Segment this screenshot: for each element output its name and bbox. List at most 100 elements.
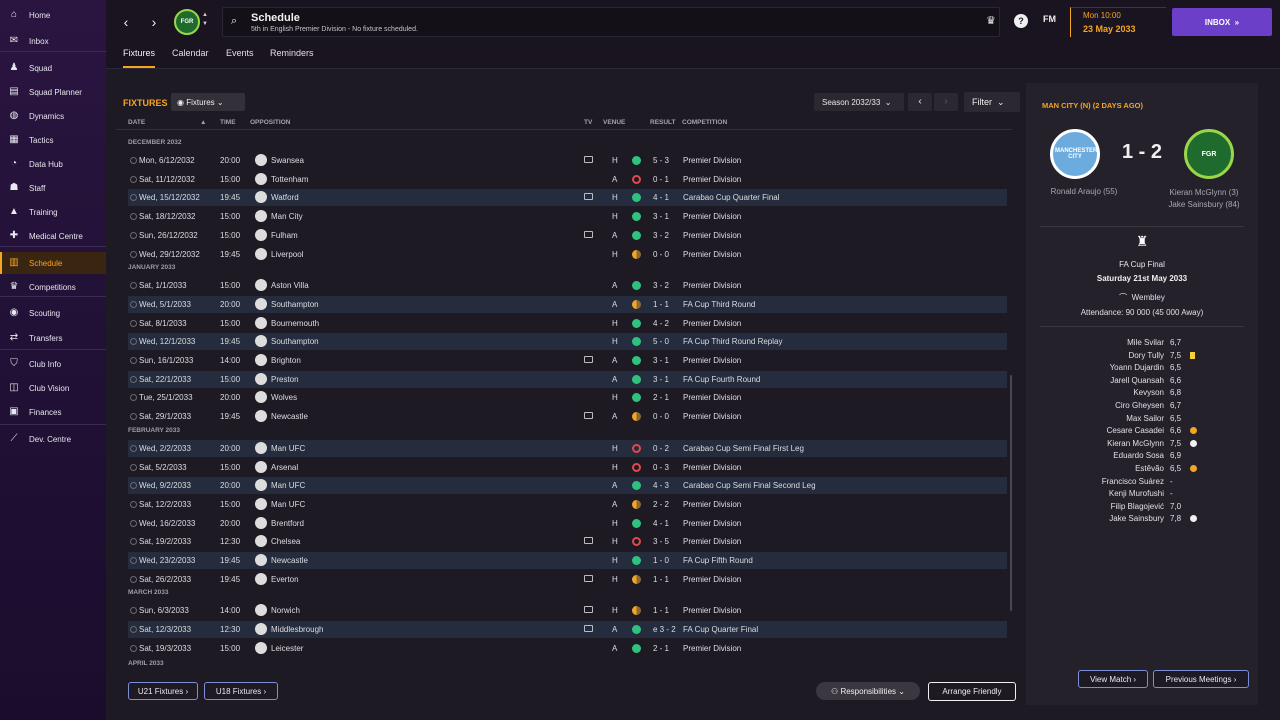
opposition-crest-icon[interactable] <box>255 410 267 423</box>
sidebar-item-competitions[interactable]: ♛ Competitions <box>0 276 106 298</box>
player-rating-row[interactable]: Dory Tully 7,5 <box>1026 351 1258 363</box>
col-opposition[interactable]: OPPOSITION <box>250 119 290 126</box>
sidebar-item-tactics[interactable]: ▦ Tactics <box>0 129 106 151</box>
club-switch-icon[interactable]: ▲ ▼ <box>202 11 208 29</box>
opposition-crest-icon[interactable] <box>255 316 267 329</box>
result-score[interactable]: 4 - 1 <box>653 519 669 528</box>
result-score[interactable]: 3 - 1 <box>653 356 669 365</box>
competition-name[interactable]: Premier Division <box>683 412 741 421</box>
opposition-name[interactable]: Man UFC <box>271 444 305 453</box>
opposition-name[interactable]: Brighton <box>271 356 301 365</box>
result-score[interactable]: e 3 - 2 <box>653 625 676 634</box>
opposition-crest-icon[interactable] <box>255 391 267 404</box>
result-score[interactable]: 1 - 1 <box>653 575 669 584</box>
opposition-name[interactable]: Norwich <box>271 606 300 615</box>
fixture-row[interactable]: Wed, 23/2/2033 19:45 Newcastle H 1 - 0 FA Cup… <box>128 552 1007 569</box>
result-score[interactable]: 3 - 2 <box>653 231 669 240</box>
competition-name[interactable]: Carabao Cup Semi Final Second Leg <box>683 481 816 490</box>
result-score[interactable]: 2 - 1 <box>653 644 669 653</box>
filter-dropdown[interactable]: Filter ⌄ <box>964 92 1020 112</box>
opposition-crest-icon[interactable] <box>255 154 267 166</box>
col-result[interactable]: RESULT <box>650 119 676 126</box>
sidebar-item-staff[interactable]: ☗ Staff <box>0 177 106 199</box>
fixture-row[interactable]: Wed, 2/2/2033 20:00 Man UFC H 0 - 2 Carabao C… <box>128 439 1007 457</box>
fm-logo[interactable]: FM <box>1043 14 1056 24</box>
opposition-crest-icon[interactable] <box>255 228 267 241</box>
sort-asc-icon[interactable]: ▲ <box>200 119 206 126</box>
fixture-row[interactable]: Sat, 18/12/2032 15:00 Man City H 3 - 1 Premie… <box>128 208 1007 225</box>
player-rating-row[interactable]: Jake Sainsbury 7,8 <box>1026 514 1258 526</box>
opposition-crest-icon[interactable] <box>255 372 267 385</box>
fixture-row[interactable]: Wed, 5/1/2033 20:00 Southampton A 1 - 1 FA Cu… <box>128 295 1007 313</box>
fixture-row[interactable]: Sat, 22/1/2033 15:00 Preston A 3 - 1 FA Cup F… <box>128 370 1007 388</box>
player-rating-row[interactable]: Yoann Dujardin 6,5 <box>1026 363 1258 375</box>
result-score[interactable]: 0 - 1 <box>653 175 669 184</box>
sidebar-item-dynamics[interactable]: ◍ Dynamics <box>0 105 106 127</box>
season-dropdown[interactable]: Season 2032/33 ⌄ <box>814 93 904 111</box>
opposition-name[interactable]: Tottenham <box>271 175 308 184</box>
competition-name[interactable]: Premier Division <box>683 212 741 221</box>
opposition-name[interactable]: Aston Villa <box>271 281 309 290</box>
opposition-crest-icon[interactable] <box>255 497 267 510</box>
fixture-row[interactable]: Wed, 16/2/2033 20:00 Brentford H 4 - 1 Premie… <box>128 515 1007 532</box>
back-button[interactable]: ‹ <box>118 12 134 32</box>
fixture-row[interactable]: Sun, 16/1/2033 14:00 Brighton A 3 - 1 Premier… <box>128 352 1007 369</box>
previous-meetings-button[interactable]: Previous Meetings › <box>1153 670 1249 688</box>
result-score[interactable]: 1 - 1 <box>653 300 669 309</box>
result-score[interactable]: 3 - 1 <box>653 212 669 221</box>
fixture-row[interactable]: Sat, 8/1/2033 15:00 Bournemouth H 4 - 2 Premi… <box>128 315 1007 332</box>
sidebar-item-squad[interactable]: ♟ Squad <box>0 57 106 79</box>
sidebar-item-dev-centre[interactable]: ⟋ Dev. Centre <box>0 428 106 450</box>
opposition-crest-icon[interactable] <box>255 535 267 548</box>
search-box[interactable]: ⌕ Schedule 5th in English Premier Divisi… <box>222 7 1000 37</box>
fixture-row[interactable]: Sat, 26/2/2033 19:45 Everton H 1 - 1 Premier … <box>128 571 1007 588</box>
opposition-name[interactable]: Arsenal <box>271 463 298 472</box>
fixtures-view-dropdown[interactable]: ◉ Fixtures ⌄ <box>171 93 245 111</box>
result-score[interactable]: 5 - 3 <box>653 156 669 165</box>
competition-name[interactable]: Premier Division <box>683 231 741 240</box>
col-competition[interactable]: COMPETITION <box>682 119 727 126</box>
fixture-row[interactable]: Sat, 1/1/2033 15:00 Aston Villa A 3 - 2 Premi… <box>128 277 1007 294</box>
competition-name[interactable]: Premier Division <box>683 519 741 528</box>
player-rating-row[interactable]: Filip Blagojević 7,0 <box>1026 502 1258 514</box>
sidebar-item-medical-centre[interactable]: ✚ Medical Centre <box>0 225 106 247</box>
fixture-row[interactable]: Sun, 26/12/2032 15:00 Fulham A 3 - 2 Premier … <box>128 227 1007 244</box>
fixture-row[interactable]: Sat, 5/2/2033 15:00 Arsenal H 0 - 3 Premier D… <box>128 459 1007 476</box>
opposition-crest-icon[interactable] <box>255 604 267 617</box>
player-rating-row[interactable]: Jarell Quansah 6,6 <box>1026 376 1258 388</box>
player-rating-row[interactable]: Eduardo Sosa 6,9 <box>1026 451 1258 463</box>
opposition-name[interactable]: Brentford <box>271 519 304 528</box>
opposition-name[interactable]: Fulham <box>271 231 298 240</box>
opposition-name[interactable]: Liverpool <box>271 250 303 259</box>
player-rating-row[interactable]: Ciro Gheysen 6,7 <box>1026 401 1258 413</box>
competition-name[interactable]: FA Cup Third Round Replay <box>683 337 782 346</box>
opposition-crest-icon[interactable] <box>255 191 267 204</box>
competition-name[interactable]: Premier Division <box>683 575 741 584</box>
sidebar-item-scouting[interactable]: ◉ Scouting <box>0 302 106 324</box>
opposition-name[interactable]: Man City <box>271 212 303 221</box>
opposition-name[interactable]: Man UFC <box>271 500 305 509</box>
competition-name[interactable]: Carabao Cup Quarter Final <box>683 193 780 202</box>
previous-season-button[interactable]: ‹ <box>908 93 932 111</box>
competition-name[interactable]: FA Cup Third Round <box>683 300 755 309</box>
result-score[interactable]: 4 - 2 <box>653 319 669 328</box>
opposition-crest-icon[interactable] <box>255 335 267 348</box>
fixture-row[interactable]: Sat, 12/3/2033 12:30 Middlesbrough Ae 3 - 2… <box>128 621 1007 639</box>
opposition-name[interactable]: Man UFC <box>271 481 305 490</box>
competition-name[interactable]: Premier Division <box>683 644 741 653</box>
opposition-name[interactable]: Chelsea <box>271 537 300 546</box>
trophy-icon[interactable]: ♛ <box>986 14 996 27</box>
result-score[interactable]: 4 - 3 <box>653 481 669 490</box>
inbox-continue-button[interactable]: INBOX » <box>1172 8 1272 36</box>
result-score[interactable]: 0 - 3 <box>653 463 669 472</box>
result-score[interactable]: 2 - 2 <box>653 500 669 509</box>
sidebar-item-training[interactable]: ▲ Training <box>0 201 106 223</box>
competition-name[interactable]: Premier Division <box>683 319 741 328</box>
sidebar-item-club-info[interactable]: ⛉ Club Info <box>0 353 106 375</box>
tab-reminders[interactable]: Reminders <box>270 48 314 68</box>
competition-name[interactable]: FA Cup Fourth Round <box>683 375 760 384</box>
fixture-row[interactable]: Sat, 29/1/2033 19:45 Newcastle A 0 - 0 Premie… <box>128 408 1007 425</box>
col-venue[interactable]: VENUE <box>603 119 625 126</box>
opposition-crest-icon[interactable] <box>255 572 267 585</box>
u21-fixtures-button[interactable]: U21 Fixtures › <box>128 682 198 700</box>
